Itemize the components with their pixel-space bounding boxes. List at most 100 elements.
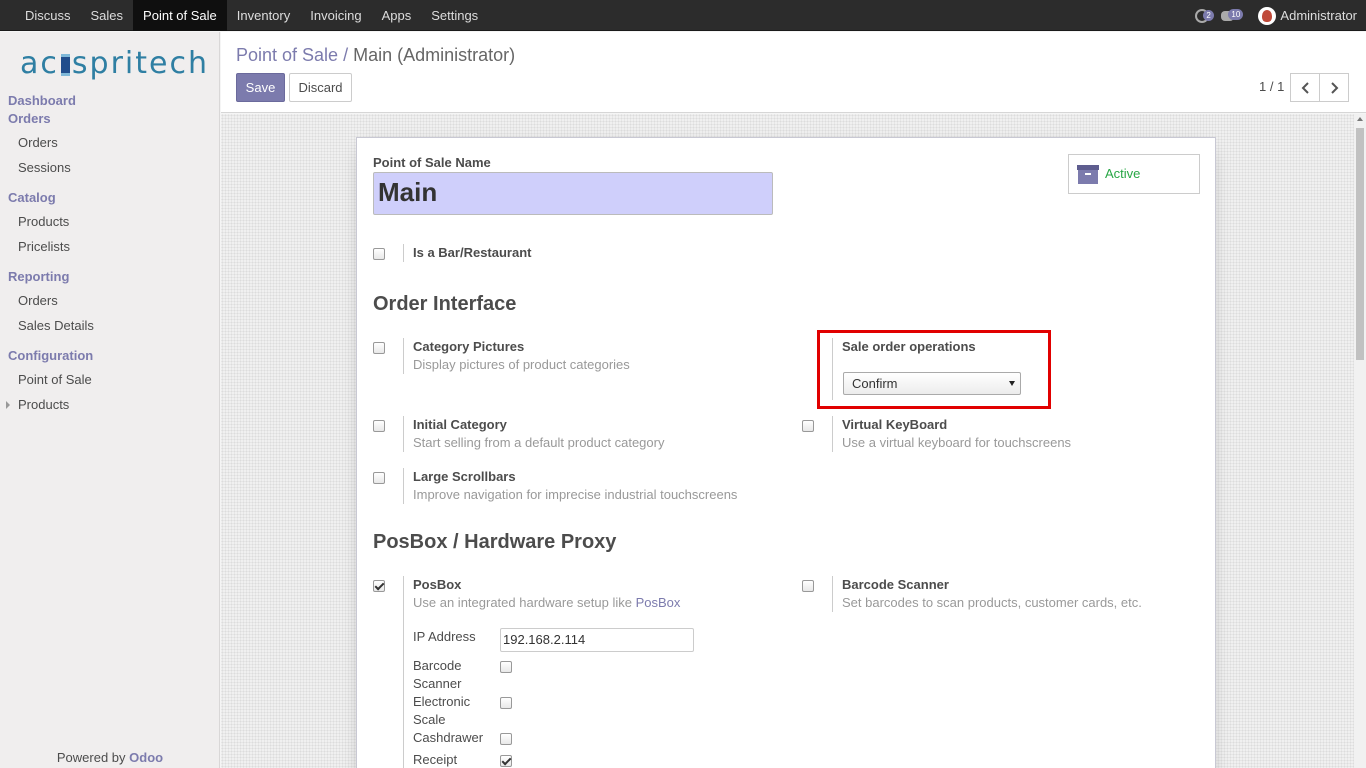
hw-barcode-checkbox[interactable]: [500, 661, 512, 673]
messages-count-badge: 10: [1228, 8, 1244, 20]
hw-cashdrawer-label: Cashdrawer: [413, 730, 484, 745]
divider: [832, 416, 833, 452]
hw-receipt-checkbox[interactable]: [500, 755, 512, 767]
odoo-link[interactable]: Odoo: [129, 750, 163, 765]
posbox-link[interactable]: PosBox: [636, 595, 681, 610]
sidebar-item-report-orders[interactable]: Orders: [18, 293, 58, 308]
breadcrumb-current: Main (Administrator): [353, 45, 516, 65]
archive-icon: [1077, 165, 1099, 184]
divider: [403, 416, 404, 452]
initial-category-desc: Start selling from a default product cat…: [413, 435, 665, 450]
divider: [403, 338, 404, 374]
user-avatar[interactable]: [1258, 6, 1277, 25]
top-navbar: Discuss Sales Point of Sale Inventory In…: [0, 0, 1366, 31]
vertical-scrollbar[interactable]: [1354, 114, 1366, 768]
hw-scale-checkbox[interactable]: [500, 697, 512, 709]
sale-order-operations-select[interactable]: Confirm: [843, 372, 1021, 395]
sale-order-operations-value: Confirm: [852, 376, 898, 391]
initial-category-checkbox[interactable]: [373, 420, 385, 432]
pager-next-button[interactable]: [1319, 73, 1349, 102]
posbox-label: PosBox: [413, 577, 462, 592]
divider: [832, 338, 833, 400]
scroll-up-arrow-icon[interactable]: [1357, 117, 1363, 121]
sidebar-dashboard[interactable]: Dashboard: [8, 93, 76, 108]
menu-point-of-sale[interactable]: Point of Sale: [133, 0, 227, 31]
virtual-keyboard-checkbox[interactable]: [802, 420, 814, 432]
hw-cashdrawer-checkbox[interactable]: [500, 733, 512, 745]
chevron-left-icon: [1301, 82, 1309, 94]
is-bar-checkbox[interactable]: [373, 248, 385, 260]
form-view[interactable]: Point of Sale Name Main Active Is a Bar/…: [221, 114, 1354, 768]
activity-clock-icon[interactable]: 2: [1195, 8, 1214, 23]
save-button[interactable]: Save: [236, 73, 285, 102]
scrollbar-thumb[interactable]: [1356, 128, 1364, 360]
posbox-heading: PosBox / Hardware Proxy: [373, 531, 617, 553]
discard-button[interactable]: Discard: [289, 73, 352, 102]
hw-receipt-label: Receipt: [413, 752, 458, 767]
sidebar: ac spritech Dashboard Orders Orders Sessi…: [0, 32, 220, 768]
messages-chat-icon[interactable]: 10: [1221, 8, 1244, 21]
expand-caret-icon[interactable]: [6, 401, 10, 409]
breadcrumb-parent[interactable]: Point of Sale /: [236, 45, 348, 65]
sidebar-section-orders: Orders: [8, 111, 51, 126]
sidebar-item-products[interactable]: Products: [18, 214, 69, 229]
barcode-scanner-desc: Set barcodes to scan products, customer …: [842, 595, 1142, 610]
menu-inventory[interactable]: Inventory: [227, 0, 300, 31]
pager-value: 1 / 1: [1259, 79, 1285, 94]
company-logo: ac spritech: [20, 46, 209, 81]
ip-address-label: IP Address: [413, 629, 476, 644]
menu-invoicing[interactable]: Invoicing: [300, 0, 371, 31]
ip-address-input[interactable]: 192.168.2.114: [500, 628, 694, 652]
main-menu: Discuss Sales Point of Sale Inventory In…: [15, 0, 488, 31]
barcode-scanner-checkbox[interactable]: [802, 580, 814, 592]
control-panel: Point of Sale / Main (Administrator) Sav…: [221, 32, 1366, 113]
sidebar-section-configuration: Configuration: [8, 348, 94, 363]
large-scrollbars-desc: Improve navigation for imprecise industr…: [413, 487, 738, 502]
sidebar-item-sales-details[interactable]: Sales Details: [18, 318, 94, 333]
menu-discuss[interactable]: Discuss: [15, 0, 81, 31]
pager-previous-button[interactable]: [1290, 73, 1320, 102]
order-interface-heading: Order Interface: [373, 293, 517, 315]
activity-count-badge: 2: [1203, 9, 1214, 21]
powered-by: Powered by Odoo: [56, 750, 164, 765]
divider: [403, 468, 404, 504]
hw-barcode-label: Barcode Scanner: [413, 658, 462, 691]
virtual-keyboard-label: Virtual KeyBoard: [842, 417, 948, 432]
divider: [403, 576, 404, 768]
sidebar-section-catalog: Catalog: [8, 190, 56, 205]
sidebar-item-orders[interactable]: Orders: [18, 135, 58, 150]
active-label: Active: [1105, 166, 1141, 181]
divider: [832, 576, 833, 612]
menu-sales[interactable]: Sales: [81, 0, 134, 31]
posbox-desc: Use an integrated hardware setup like Po…: [413, 595, 681, 610]
large-scrollbars-checkbox[interactable]: [373, 472, 385, 484]
large-scrollbars-label: Large Scrollbars: [413, 469, 516, 484]
category-pictures-desc: Display pictures of product categories: [413, 357, 630, 372]
menu-apps[interactable]: Apps: [372, 0, 422, 31]
barcode-scanner-label: Barcode Scanner: [842, 577, 949, 592]
pos-name-input[interactable]: Main: [373, 172, 773, 215]
user-menu[interactable]: Administrator: [1280, 8, 1357, 23]
active-toggle-button[interactable]: Active: [1068, 154, 1200, 194]
virtual-keyboard-desc: Use a virtual keyboard for touchscreens: [842, 435, 1072, 450]
hw-scale-label: Electronic Scale: [413, 694, 471, 727]
divider: [403, 244, 404, 262]
sale-order-operations-label: Sale order operations: [842, 339, 976, 354]
is-bar-label: Is a Bar/Restaurant: [413, 245, 532, 260]
initial-category-label: Initial Category: [413, 417, 507, 432]
sidebar-item-pos-config[interactable]: Point of Sale: [18, 372, 92, 387]
sidebar-item-pricelists[interactable]: Pricelists: [18, 239, 70, 254]
chevron-right-icon: [1331, 82, 1339, 94]
sidebar-item-sessions[interactable]: Sessions: [18, 160, 71, 175]
form-sheet: Point of Sale Name Main Active Is a Bar/…: [356, 137, 1216, 768]
posbox-checkbox[interactable]: [373, 580, 385, 592]
systray: 2 10 Administrator: [1195, 0, 1357, 31]
breadcrumb: Point of Sale / Main (Administrator): [236, 45, 515, 66]
menu-settings[interactable]: Settings: [421, 0, 488, 31]
sidebar-section-reporting: Reporting: [8, 269, 70, 284]
category-pictures-label: Category Pictures: [413, 339, 525, 354]
sidebar-item-config-products[interactable]: Products: [18, 397, 69, 412]
category-pictures-checkbox[interactable]: [373, 342, 385, 354]
pos-name-label: Point of Sale Name: [373, 155, 491, 170]
dropdown-arrow-icon: [1009, 381, 1015, 386]
